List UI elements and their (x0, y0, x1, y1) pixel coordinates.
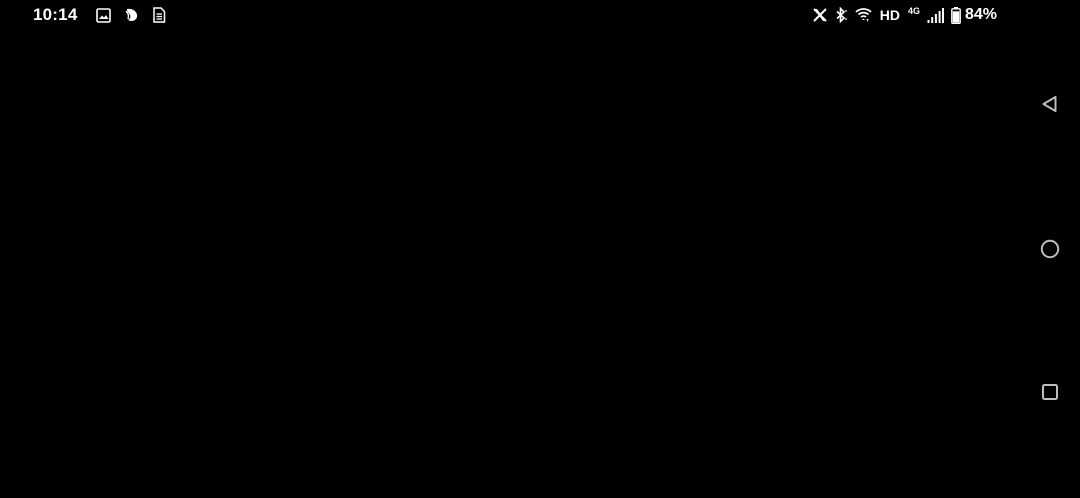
back-triangle-icon (1042, 96, 1057, 112)
app-content-area[interactable] (0, 30, 1020, 498)
home-circle-icon (1040, 239, 1060, 259)
recents-square-icon (1042, 384, 1058, 400)
status-left-group: 10:14 (33, 4, 167, 26)
navigation-bar (1020, 0, 1080, 498)
wifi-icon (855, 6, 872, 24)
signal-icon (927, 6, 944, 24)
phone-screen: 10:14 HD 4G 84% (0, 0, 1080, 498)
recents-button[interactable] (1036, 378, 1064, 406)
back-button[interactable] (1036, 90, 1064, 118)
status-bar: 10:14 HD 4G 84% (0, 0, 1010, 30)
document-icon (151, 7, 167, 23)
image-icon (95, 7, 111, 23)
hd-voice-label: HD (879, 7, 900, 23)
bluetooth-icon (834, 6, 848, 24)
status-right-group: HD 4G 84% (806, 4, 997, 26)
network-type-label: 4G (907, 6, 920, 16)
clock: 10:14 (33, 5, 78, 24)
battery-percent: 84% (964, 6, 997, 23)
app-leaf-icon (123, 7, 139, 23)
home-button[interactable] (1036, 235, 1064, 263)
battery-icon (951, 6, 961, 24)
x-icon (813, 6, 827, 24)
